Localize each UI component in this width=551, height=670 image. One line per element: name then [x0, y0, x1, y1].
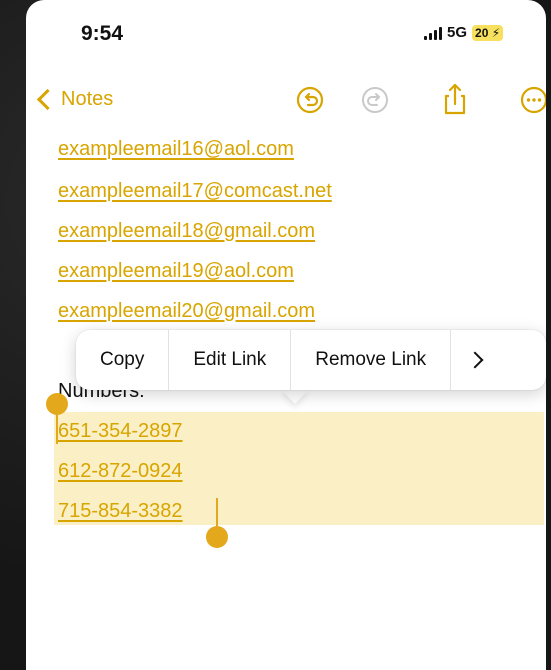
share-icon[interactable] [440, 82, 470, 116]
undo-icon[interactable] [296, 86, 324, 114]
phone-screen: 9:54 5G 20 ⚡ Notes exampleemail16@aol.co… [26, 0, 546, 670]
context-menu: Copy Edit Link Remove Link [76, 330, 546, 390]
email-link[interactable]: exampleemail19@aol.com [58, 260, 294, 283]
network-type: 5G [447, 24, 468, 41]
selection-start-caret [56, 410, 58, 444]
battery-indicator: 20 ⚡ [472, 24, 504, 41]
phone-link[interactable]: 715-854-3382 [58, 500, 183, 523]
phone-link[interactable]: 651-354-2897 [58, 420, 183, 443]
charging-icon: ⚡ [491, 25, 501, 40]
back-button[interactable]: Notes [32, 88, 113, 111]
redo-icon[interactable] [361, 86, 389, 114]
edit-link-button[interactable]: Edit Link [169, 330, 290, 390]
copy-button[interactable]: Copy [76, 330, 168, 390]
battery-level: 20 [475, 25, 489, 40]
signal-icon [424, 26, 442, 40]
selection-end-handle[interactable] [206, 526, 228, 548]
status-indicators: 5G 20 ⚡ [424, 24, 504, 41]
email-link[interactable]: exampleemail20@gmail.com [58, 300, 315, 323]
menu-divider [450, 330, 452, 390]
email-link[interactable]: exampleemail16@aol.com [58, 138, 294, 161]
status-time: 9:54 [81, 22, 124, 45]
phone-link[interactable]: 612-872-0924 [58, 460, 183, 483]
chevron-left-icon [36, 88, 59, 111]
email-link[interactable]: exampleemail17@comcast.net [58, 180, 332, 203]
remove-link-button[interactable]: Remove Link [291, 330, 450, 390]
back-label: Notes [61, 88, 114, 110]
email-link[interactable]: exampleemail18@gmail.com [58, 220, 315, 243]
more-options-icon[interactable] [520, 86, 546, 114]
chevron-right-icon[interactable] [466, 351, 484, 369]
